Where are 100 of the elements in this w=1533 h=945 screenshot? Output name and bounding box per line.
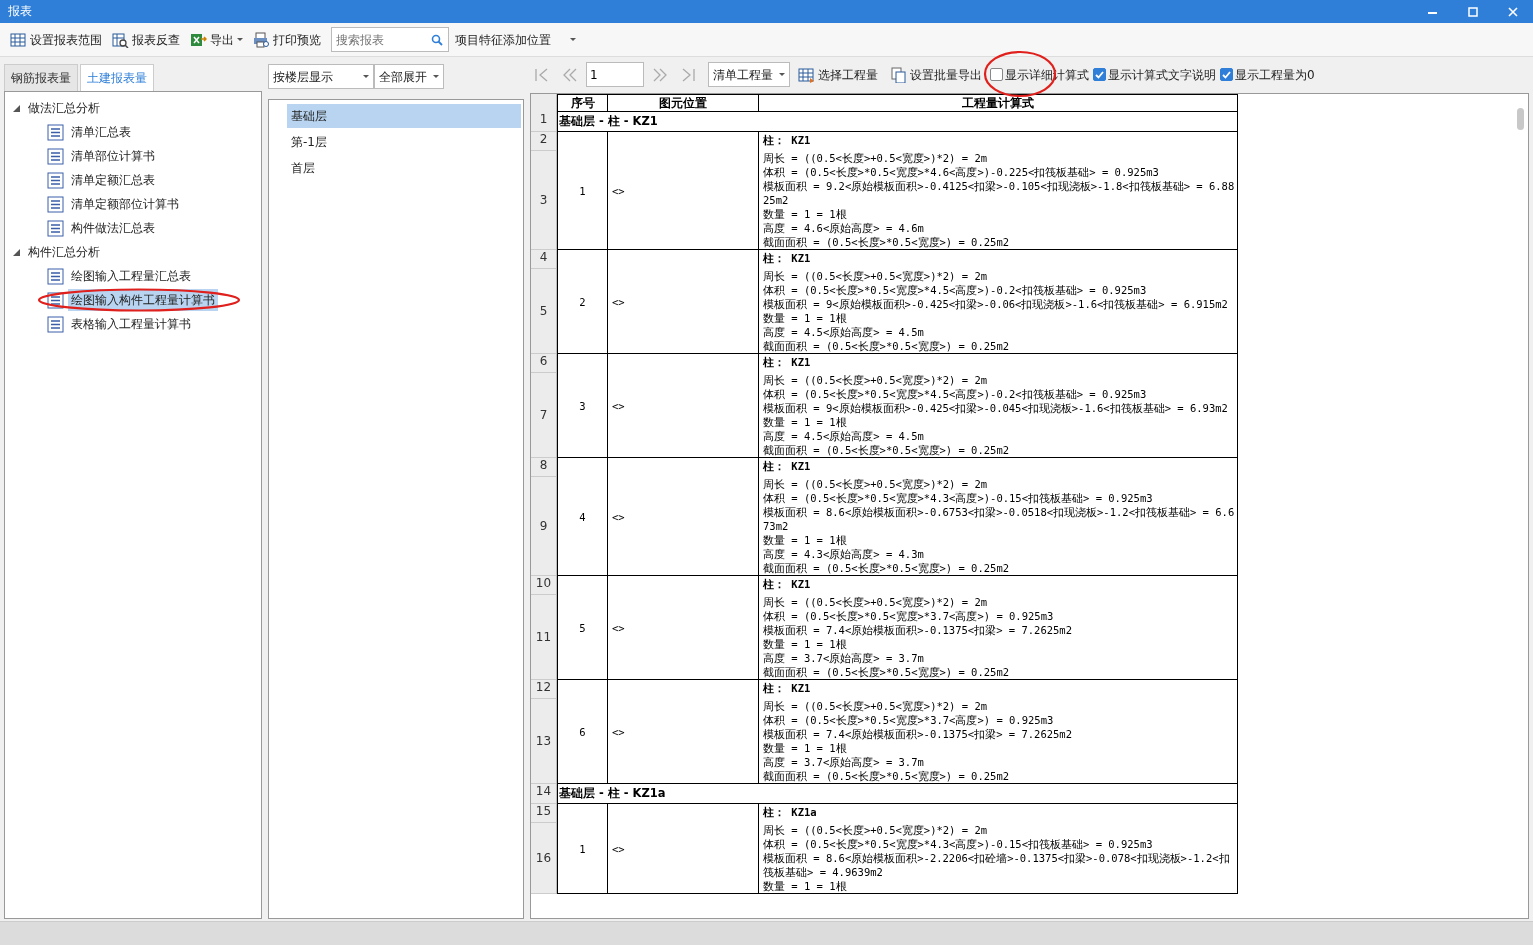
search-field[interactable]: 搜索报表	[331, 27, 449, 52]
formula-line: 数量 = 1 = 1根	[763, 879, 848, 893]
table-icon	[10, 31, 27, 48]
formula-line: 数量 = 1 = 1根	[763, 311, 848, 325]
formula-line: 截面面积 = (0.5<长度>*0.5<宽度>) = 0.25m2	[763, 769, 1011, 783]
formula-line: 高度 = 4.6<原始高度> = 4.6m	[763, 221, 925, 235]
formula-line: 数量 = 1 = 1根	[763, 533, 848, 547]
scrollbar-thumb[interactable]	[1516, 108, 1524, 130]
row-number: 9	[539, 519, 548, 533]
formula-line: 截面面积 = (0.5<长度>*0.5<宽度>) = 0.25m2	[763, 665, 1011, 679]
formula-line: 模板面积 = 8.6<原始模板面积>-0.6753<扣梁>-0.0518<扣现浇板>-1.2<扣筏板基础> = 6.673m2	[763, 505, 1236, 533]
formula-line: 高度 = 3.7<原始高度> = 3.7m	[763, 651, 925, 665]
row-number: 3	[539, 193, 548, 207]
search-icon	[431, 34, 443, 46]
last-page-icon[interactable]	[680, 66, 696, 83]
tree-item[interactable]: 构件汇总分析	[28, 243, 100, 261]
tree-item[interactable]: 表格输入工程量计算书	[68, 313, 194, 335]
formula-title: 柱： KZ1a	[763, 805, 818, 820]
window-title: 报表	[8, 4, 32, 18]
tree-item[interactable]: 绘图输入工程量汇总表	[68, 265, 194, 287]
checkmark-icon	[1222, 70, 1231, 79]
formula-line: 模板面积 = 8.6<原始模板面积>-2.2206<扣砼墙>-0.1375<扣梁>-0.078<扣现浇板>-1.2<扣筏板基础> = 4.9639m2	[763, 851, 1231, 879]
toolbar-button[interactable]: 打印预览	[249, 28, 325, 51]
floor-item[interactable]: 首层	[287, 156, 521, 180]
tree-item[interactable]: 构件做法汇总表	[68, 217, 158, 239]
checkbox[interactable]	[1093, 68, 1106, 81]
tree-item[interactable]: 清单部位计算书	[68, 145, 158, 167]
dropdown[interactable]: 清单工程量	[708, 62, 790, 87]
formula-title: 柱： KZ1	[763, 133, 812, 148]
dropdown-button[interactable]: 项目特征添加位置	[451, 28, 580, 51]
checkbox[interactable]	[990, 68, 1003, 81]
row-number: 13	[535, 734, 552, 748]
spreadsheet-export-icon	[190, 31, 207, 48]
checkbox[interactable]	[1220, 68, 1233, 81]
checkbox-label[interactable]: 显示工程量为0	[1235, 65, 1315, 84]
table-cell: <>	[612, 724, 625, 739]
dropdown[interactable]: 全部展开	[374, 64, 444, 89]
table-cell: <>	[612, 398, 625, 413]
dropdown[interactable]: 按楼层显示	[268, 64, 374, 89]
formula-line: 模板面积 = 7.4<原始模板面积>-0.1375<扣梁> = 7.2625m2	[763, 727, 1073, 741]
formula-line: 周长 = ((0.5<长度>+0.5<宽度>)*2) = 2m	[763, 699, 989, 713]
close-icon[interactable]	[1508, 6, 1518, 17]
column-header: 图元位置	[608, 94, 759, 112]
table-cell: <>	[612, 620, 625, 635]
caret-icon	[237, 38, 243, 41]
formula-line: 数量 = 1 = 1根	[763, 741, 848, 755]
row-number: 4	[531, 250, 556, 269]
collapse-arrow-icon[interactable]	[13, 248, 20, 256]
tab[interactable]: 钢筋报表量	[4, 64, 78, 91]
row-number: 5	[539, 304, 548, 318]
tree-item[interactable]: 做法汇总分析	[28, 99, 100, 117]
menu-button[interactable]: 导出	[186, 28, 247, 51]
table-cell: 1	[579, 841, 586, 856]
toolbar-button[interactable]: 设置批量导出	[886, 63, 986, 86]
formula-line: 高度 = 4.5<原始高度> = 4.5m	[763, 325, 925, 339]
row-number: 6	[531, 354, 556, 373]
formula-title: 柱： KZ1	[763, 251, 812, 266]
collapse-arrow-icon[interactable]	[13, 104, 20, 112]
row-number: 8	[531, 458, 556, 477]
caret-icon	[433, 75, 439, 78]
formula-line: 截面面积 = (0.5<长度>*0.5<宽度>) = 0.25m2	[763, 235, 1011, 249]
group-heading: 基础层 - 柱 - KZ1a	[557, 784, 1238, 804]
maximize-icon[interactable]	[1468, 6, 1478, 17]
formula-line: 周长 = ((0.5<长度>+0.5<宽度>)*2) = 2m	[763, 595, 989, 609]
formula-line: 周长 = ((0.5<长度>+0.5<宽度>)*2) = 2m	[763, 269, 989, 283]
formula-line: 截面面积 = (0.5<长度>*0.5<宽度>) = 0.25m2	[763, 561, 1011, 575]
formula-line: 模板面积 = 9.2<原始模板面积>-0.4125<扣梁>-0.105<扣现浇板>-1.8<扣筏板基础> = 6.8825m2	[763, 179, 1236, 207]
group-heading: 基础层 - 柱 - KZ1	[557, 112, 1238, 132]
checkbox-label[interactable]: 显示计算式文字说明	[1108, 65, 1216, 84]
floor-item[interactable]: 基础层	[287, 104, 521, 128]
formula-line: 周长 = ((0.5<长度>+0.5<宽度>)*2) = 2m	[763, 823, 989, 837]
table-cell: <>	[612, 509, 625, 524]
table-cell: 6	[579, 724, 586, 739]
first-page-icon[interactable]	[534, 66, 550, 83]
formula-title: 柱： KZ1	[763, 577, 812, 592]
formula-line: 高度 = 4.3<原始高度> = 4.3m	[763, 547, 925, 561]
tab[interactable]: 土建报表量	[80, 64, 154, 91]
formula-title: 柱： KZ1	[763, 459, 812, 474]
formula-line: 模板面积 = 7.4<原始模板面积>-0.1375<扣梁> = 7.2625m2	[763, 623, 1073, 637]
tree-item[interactable]: 清单定额汇总表	[68, 169, 158, 191]
formula-line: 体积 = (0.5<长度>*0.5<宽度>*3.7<高度>) = 0.925m3	[763, 609, 1055, 623]
formula-line: 数量 = 1 = 1根	[763, 415, 848, 429]
row-number: 16	[535, 851, 552, 865]
previous-page-icon[interactable]	[562, 66, 578, 83]
next-page-icon[interactable]	[652, 66, 668, 83]
toolbar-button[interactable]: 报表反查	[108, 28, 184, 51]
table-icon	[798, 66, 815, 83]
toolbar-button[interactable]: 设置报表范围	[6, 28, 106, 51]
table-cell: <>	[612, 183, 625, 198]
floor-item[interactable]: 第-1层	[287, 130, 521, 154]
formula-line: 体积 = (0.5<长度>*0.5<宽度>*4.5<高度>)-0.2<扣筏板基础> = 0.925m3	[763, 283, 1148, 297]
tree-item[interactable]: 清单定额部位计算书	[68, 193, 182, 215]
caret-icon	[779, 73, 785, 76]
row-number: 15	[531, 804, 556, 823]
table-cell: <>	[612, 294, 625, 309]
row-number: 11	[535, 630, 552, 644]
checkmark-icon	[1095, 70, 1104, 79]
page-field[interactable]: 1	[586, 62, 644, 87]
tree-item[interactable]: 清单汇总表	[68, 121, 134, 143]
toolbar-button[interactable]: 选择工程量	[794, 63, 882, 86]
